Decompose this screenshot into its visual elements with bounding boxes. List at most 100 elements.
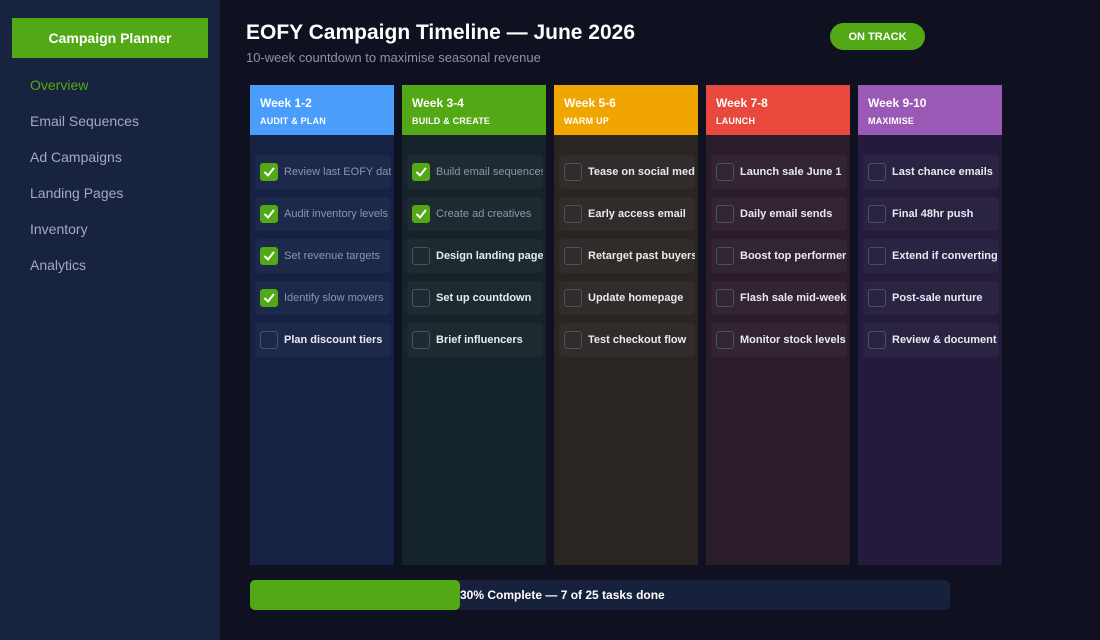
task-checkbox[interactable]	[716, 331, 734, 349]
brand-button[interactable]: Campaign Planner	[12, 18, 208, 58]
task-item[interactable]: Last chance emails	[863, 155, 999, 189]
timeline-column: Week 5-6 WARM UP Tease on social media Earl…	[554, 85, 698, 565]
task-checkbox[interactable]	[260, 163, 278, 181]
task-list: Review last EOFY data Audit inventory lev…	[250, 135, 394, 357]
task-list: Last chance emails Final 48hr push Extend …	[858, 135, 1002, 357]
task-label: Last chance emails	[892, 166, 993, 178]
task-item[interactable]: Audit inventory levels	[255, 197, 391, 231]
column-title: Week 5-6	[564, 96, 616, 110]
task-label: Build email sequences	[436, 166, 543, 178]
timeline-column: Week 9-10 MAXIMISE Last chance emails Final…	[858, 85, 1002, 565]
sidebar-item-landing-pages[interactable]: Landing Pages	[0, 175, 220, 211]
task-label: Launch sale June 1	[740, 166, 842, 178]
task-label: Daily email sends	[740, 208, 833, 220]
task-list: Build email sequences Create ad creatives…	[402, 135, 546, 357]
sidebar-item-inventory[interactable]: Inventory	[0, 211, 220, 247]
task-label: Monitor stock levels	[740, 334, 846, 346]
task-item[interactable]: Set up countdown	[407, 281, 543, 315]
task-checkbox[interactable]	[412, 289, 430, 307]
column-header: Week 1-2 AUDIT & PLAN	[250, 85, 394, 135]
task-checkbox[interactable]	[564, 331, 582, 349]
column-subtitle: AUDIT & PLAN	[260, 116, 326, 126]
task-item[interactable]: Update homepage	[559, 281, 695, 315]
task-item[interactable]: Test checkout flow	[559, 323, 695, 357]
checkmark-icon	[416, 167, 427, 177]
task-label: Update homepage	[588, 292, 684, 304]
task-checkbox[interactable]	[868, 289, 886, 307]
task-checkbox[interactable]	[260, 331, 278, 349]
task-checkbox[interactable]	[564, 247, 582, 265]
task-label: Create ad creatives	[436, 208, 532, 220]
task-label: Extend if converting	[892, 250, 998, 262]
progress-label: 30% Complete — 7 of 25 tasks done	[460, 588, 665, 602]
task-item[interactable]: Post-sale nurture	[863, 281, 999, 315]
sidebar-item-overview[interactable]: Overview	[0, 67, 220, 103]
column-header: Week 9-10 MAXIMISE	[858, 85, 1002, 135]
timeline-column: Week 3-4 BUILD & CREATE Build email sequen…	[402, 85, 546, 565]
task-item[interactable]: Create ad creatives	[407, 197, 543, 231]
sidebar-item-analytics[interactable]: Analytics	[0, 247, 220, 283]
task-checkbox[interactable]	[260, 247, 278, 265]
task-list: Launch sale June 1 Daily email sends Boost…	[706, 135, 850, 357]
task-item[interactable]: Design landing page	[407, 239, 543, 273]
task-label: Post-sale nurture	[892, 292, 983, 304]
task-checkbox[interactable]	[868, 205, 886, 223]
task-checkbox[interactable]	[716, 247, 734, 265]
task-label: Brief influencers	[436, 334, 523, 346]
task-item[interactable]: Flash sale mid-week	[711, 281, 847, 315]
task-item[interactable]: Tease on social media	[559, 155, 695, 189]
task-checkbox[interactable]	[412, 331, 430, 349]
task-checkbox[interactable]	[716, 205, 734, 223]
task-item[interactable]: Extend if converting	[863, 239, 999, 273]
sidebar-nav: Overview Email Sequences Ad Campaigns La…	[0, 67, 220, 283]
page-subtitle: 10-week countdown to maximise seasonal r…	[246, 50, 541, 65]
task-item[interactable]: Daily email sends	[711, 197, 847, 231]
task-item[interactable]: Plan discount tiers	[255, 323, 391, 357]
task-item[interactable]: Final 48hr push	[863, 197, 999, 231]
task-item[interactable]: Boost top performers	[711, 239, 847, 273]
column-header: Week 5-6 WARM UP	[554, 85, 698, 135]
task-item[interactable]: Review last EOFY data	[255, 155, 391, 189]
task-item[interactable]: Set revenue targets	[255, 239, 391, 273]
task-checkbox[interactable]	[260, 289, 278, 307]
task-label: Review & document	[892, 334, 997, 346]
task-checkbox[interactable]	[564, 163, 582, 181]
task-item[interactable]: Launch sale June 1	[711, 155, 847, 189]
task-checkbox[interactable]	[412, 163, 430, 181]
column-title: Week 9-10	[868, 96, 927, 110]
task-label: Boost top performers	[740, 250, 847, 262]
column-subtitle: LAUNCH	[716, 116, 756, 126]
task-checkbox[interactable]	[412, 205, 430, 223]
task-label: Set revenue targets	[284, 250, 381, 262]
task-label: Set up countdown	[436, 292, 532, 304]
task-checkbox[interactable]	[868, 247, 886, 265]
task-checkbox[interactable]	[260, 205, 278, 223]
timeline-column: Week 1-2 AUDIT & PLAN Review last EOFY dat…	[250, 85, 394, 565]
status-badge: ON TRACK	[830, 23, 925, 50]
progress-fill	[250, 580, 460, 610]
column-title: Week 1-2	[260, 96, 312, 110]
task-checkbox[interactable]	[564, 289, 582, 307]
task-checkbox[interactable]	[716, 289, 734, 307]
task-item[interactable]: Monitor stock levels	[711, 323, 847, 357]
task-item[interactable]: Early access email	[559, 197, 695, 231]
task-checkbox[interactable]	[868, 331, 886, 349]
task-item[interactable]: Build email sequences	[407, 155, 543, 189]
task-item[interactable]: Identify slow movers	[255, 281, 391, 315]
sidebar-item-email-sequences[interactable]: Email Sequences	[0, 103, 220, 139]
task-label: Plan discount tiers	[284, 334, 383, 346]
task-item[interactable]: Retarget past buyers	[559, 239, 695, 273]
page-title: EOFY Campaign Timeline — June 2026	[246, 21, 636, 44]
task-label: Retarget past buyers	[588, 250, 695, 262]
task-checkbox[interactable]	[716, 163, 734, 181]
task-checkbox[interactable]	[868, 163, 886, 181]
task-item[interactable]: Review & document	[863, 323, 999, 357]
task-item[interactable]: Brief influencers	[407, 323, 543, 357]
task-checkbox[interactable]	[564, 205, 582, 223]
task-label: Tease on social media	[588, 166, 695, 178]
task-checkbox[interactable]	[412, 247, 430, 265]
checkmark-icon	[264, 251, 275, 261]
column-title: Week 7-8	[716, 96, 768, 110]
sidebar-item-ad-campaigns[interactable]: Ad Campaigns	[0, 139, 220, 175]
sidebar: Campaign Planner Overview Email Sequence…	[0, 0, 220, 640]
